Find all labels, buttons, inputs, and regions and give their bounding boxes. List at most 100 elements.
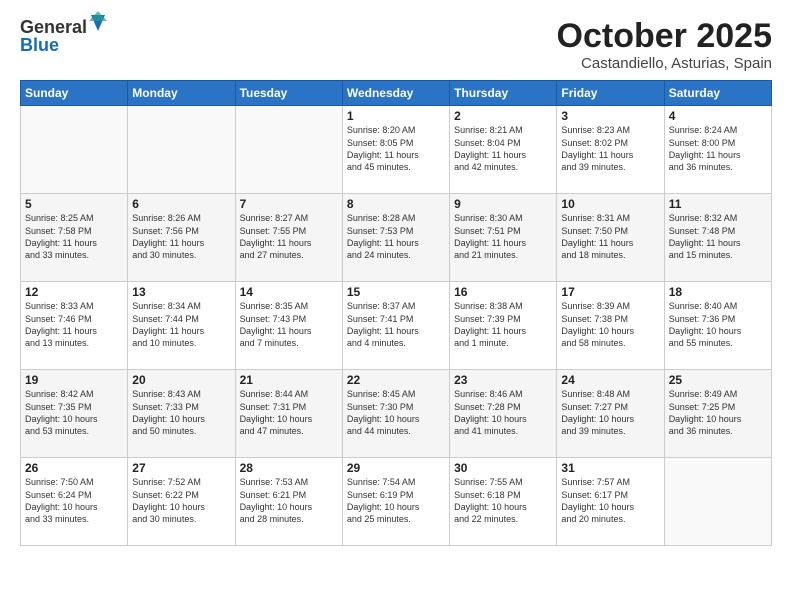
calendar-cell: 13Sunrise: 8:34 AM Sunset: 7:44 PM Dayli… [128, 282, 235, 370]
calendar-cell: 26Sunrise: 7:50 AM Sunset: 6:24 PM Dayli… [21, 458, 128, 546]
day-info: Sunrise: 8:25 AM Sunset: 7:58 PM Dayligh… [25, 212, 123, 261]
day-info: Sunrise: 7:53 AM Sunset: 6:21 PM Dayligh… [240, 476, 338, 525]
calendar-cell: 21Sunrise: 8:44 AM Sunset: 7:31 PM Dayli… [235, 370, 342, 458]
week-row-5: 26Sunrise: 7:50 AM Sunset: 6:24 PM Dayli… [21, 458, 772, 546]
day-info: Sunrise: 7:50 AM Sunset: 6:24 PM Dayligh… [25, 476, 123, 525]
calendar-cell: 23Sunrise: 8:46 AM Sunset: 7:28 PM Dayli… [450, 370, 557, 458]
day-number: 13 [132, 285, 230, 299]
day-number: 17 [561, 285, 659, 299]
calendar-cell: 30Sunrise: 7:55 AM Sunset: 6:18 PM Dayli… [450, 458, 557, 546]
day-number: 20 [132, 373, 230, 387]
day-number: 30 [454, 461, 552, 475]
day-info: Sunrise: 8:21 AM Sunset: 8:04 PM Dayligh… [454, 124, 552, 173]
calendar-cell: 7Sunrise: 8:27 AM Sunset: 7:55 PM Daylig… [235, 194, 342, 282]
week-row-2: 5Sunrise: 8:25 AM Sunset: 7:58 PM Daylig… [21, 194, 772, 282]
day-info: Sunrise: 8:34 AM Sunset: 7:44 PM Dayligh… [132, 300, 230, 349]
calendar-cell: 29Sunrise: 7:54 AM Sunset: 6:19 PM Dayli… [342, 458, 449, 546]
calendar-table: SundayMondayTuesdayWednesdayThursdayFrid… [20, 80, 772, 546]
weekday-tuesday: Tuesday [235, 81, 342, 106]
calendar-cell: 6Sunrise: 8:26 AM Sunset: 7:56 PM Daylig… [128, 194, 235, 282]
day-number: 6 [132, 197, 230, 211]
calendar-cell: 8Sunrise: 8:28 AM Sunset: 7:53 PM Daylig… [342, 194, 449, 282]
calendar-cell: 20Sunrise: 8:43 AM Sunset: 7:33 PM Dayli… [128, 370, 235, 458]
day-number: 3 [561, 109, 659, 123]
week-row-1: 1Sunrise: 8:20 AM Sunset: 8:05 PM Daylig… [21, 106, 772, 194]
day-number: 10 [561, 197, 659, 211]
calendar-cell [235, 106, 342, 194]
week-row-4: 19Sunrise: 8:42 AM Sunset: 7:35 PM Dayli… [21, 370, 772, 458]
day-number: 18 [669, 285, 767, 299]
day-info: Sunrise: 8:37 AM Sunset: 7:41 PM Dayligh… [347, 300, 445, 349]
day-info: Sunrise: 7:57 AM Sunset: 6:17 PM Dayligh… [561, 476, 659, 525]
day-number: 31 [561, 461, 659, 475]
day-info: Sunrise: 8:45 AM Sunset: 7:30 PM Dayligh… [347, 388, 445, 437]
day-number: 25 [669, 373, 767, 387]
day-info: Sunrise: 8:32 AM Sunset: 7:48 PM Dayligh… [669, 212, 767, 261]
weekday-header-row: SundayMondayTuesdayWednesdayThursdayFrid… [21, 81, 772, 106]
calendar-cell: 31Sunrise: 7:57 AM Sunset: 6:17 PM Dayli… [557, 458, 664, 546]
logo-blue: Blue [20, 36, 107, 54]
logo-text: General Blue [20, 18, 107, 54]
day-info: Sunrise: 8:33 AM Sunset: 7:46 PM Dayligh… [25, 300, 123, 349]
day-info: Sunrise: 8:26 AM Sunset: 7:56 PM Dayligh… [132, 212, 230, 261]
day-info: Sunrise: 8:38 AM Sunset: 7:39 PM Dayligh… [454, 300, 552, 349]
day-info: Sunrise: 8:40 AM Sunset: 7:36 PM Dayligh… [669, 300, 767, 349]
calendar-cell [21, 106, 128, 194]
weekday-monday: Monday [128, 81, 235, 106]
header: General Blue October 2025 Castandiello, … [20, 18, 772, 72]
calendar-cell: 27Sunrise: 7:52 AM Sunset: 6:22 PM Dayli… [128, 458, 235, 546]
day-info: Sunrise: 8:42 AM Sunset: 7:35 PM Dayligh… [25, 388, 123, 437]
weekday-friday: Friday [557, 81, 664, 106]
day-number: 7 [240, 197, 338, 211]
day-info: Sunrise: 8:27 AM Sunset: 7:55 PM Dayligh… [240, 212, 338, 261]
weekday-thursday: Thursday [450, 81, 557, 106]
calendar-cell [664, 458, 771, 546]
day-info: Sunrise: 8:49 AM Sunset: 7:25 PM Dayligh… [669, 388, 767, 437]
calendar-cell: 3Sunrise: 8:23 AM Sunset: 8:02 PM Daylig… [557, 106, 664, 194]
location: Castandiello, Asturias, Spain [557, 55, 772, 72]
day-info: Sunrise: 8:44 AM Sunset: 7:31 PM Dayligh… [240, 388, 338, 437]
calendar-cell: 12Sunrise: 8:33 AM Sunset: 7:46 PM Dayli… [21, 282, 128, 370]
calendar-cell: 16Sunrise: 8:38 AM Sunset: 7:39 PM Dayli… [450, 282, 557, 370]
logo: General Blue [20, 18, 107, 54]
day-number: 14 [240, 285, 338, 299]
day-info: Sunrise: 8:23 AM Sunset: 8:02 PM Dayligh… [561, 124, 659, 173]
day-number: 24 [561, 373, 659, 387]
calendar-cell: 22Sunrise: 8:45 AM Sunset: 7:30 PM Dayli… [342, 370, 449, 458]
day-number: 28 [240, 461, 338, 475]
calendar-cell [128, 106, 235, 194]
day-info: Sunrise: 8:46 AM Sunset: 7:28 PM Dayligh… [454, 388, 552, 437]
calendar-cell: 28Sunrise: 7:53 AM Sunset: 6:21 PM Dayli… [235, 458, 342, 546]
calendar-cell: 25Sunrise: 8:49 AM Sunset: 7:25 PM Dayli… [664, 370, 771, 458]
day-number: 11 [669, 197, 767, 211]
calendar-cell: 5Sunrise: 8:25 AM Sunset: 7:58 PM Daylig… [21, 194, 128, 282]
page: General Blue October 2025 Castandiello, … [0, 0, 792, 612]
weekday-wednesday: Wednesday [342, 81, 449, 106]
day-info: Sunrise: 8:28 AM Sunset: 7:53 PM Dayligh… [347, 212, 445, 261]
calendar-cell: 11Sunrise: 8:32 AM Sunset: 7:48 PM Dayli… [664, 194, 771, 282]
day-number: 29 [347, 461, 445, 475]
day-number: 19 [25, 373, 123, 387]
calendar-cell: 1Sunrise: 8:20 AM Sunset: 8:05 PM Daylig… [342, 106, 449, 194]
day-info: Sunrise: 7:54 AM Sunset: 6:19 PM Dayligh… [347, 476, 445, 525]
logo-general: General [20, 18, 87, 36]
day-info: Sunrise: 8:31 AM Sunset: 7:50 PM Dayligh… [561, 212, 659, 261]
day-number: 23 [454, 373, 552, 387]
day-number: 1 [347, 109, 445, 123]
calendar-cell: 14Sunrise: 8:35 AM Sunset: 7:43 PM Dayli… [235, 282, 342, 370]
day-number: 12 [25, 285, 123, 299]
day-info: Sunrise: 8:35 AM Sunset: 7:43 PM Dayligh… [240, 300, 338, 349]
calendar-cell: 18Sunrise: 8:40 AM Sunset: 7:36 PM Dayli… [664, 282, 771, 370]
calendar-cell: 2Sunrise: 8:21 AM Sunset: 8:04 PM Daylig… [450, 106, 557, 194]
weekday-saturday: Saturday [664, 81, 771, 106]
month-title: October 2025 [557, 18, 772, 55]
calendar-cell: 9Sunrise: 8:30 AM Sunset: 7:51 PM Daylig… [450, 194, 557, 282]
day-number: 4 [669, 109, 767, 123]
day-number: 8 [347, 197, 445, 211]
day-info: Sunrise: 7:52 AM Sunset: 6:22 PM Dayligh… [132, 476, 230, 525]
day-info: Sunrise: 8:43 AM Sunset: 7:33 PM Dayligh… [132, 388, 230, 437]
day-info: Sunrise: 8:20 AM Sunset: 8:05 PM Dayligh… [347, 124, 445, 173]
day-info: Sunrise: 7:55 AM Sunset: 6:18 PM Dayligh… [454, 476, 552, 525]
calendar-cell: 4Sunrise: 8:24 AM Sunset: 8:00 PM Daylig… [664, 106, 771, 194]
week-row-3: 12Sunrise: 8:33 AM Sunset: 7:46 PM Dayli… [21, 282, 772, 370]
